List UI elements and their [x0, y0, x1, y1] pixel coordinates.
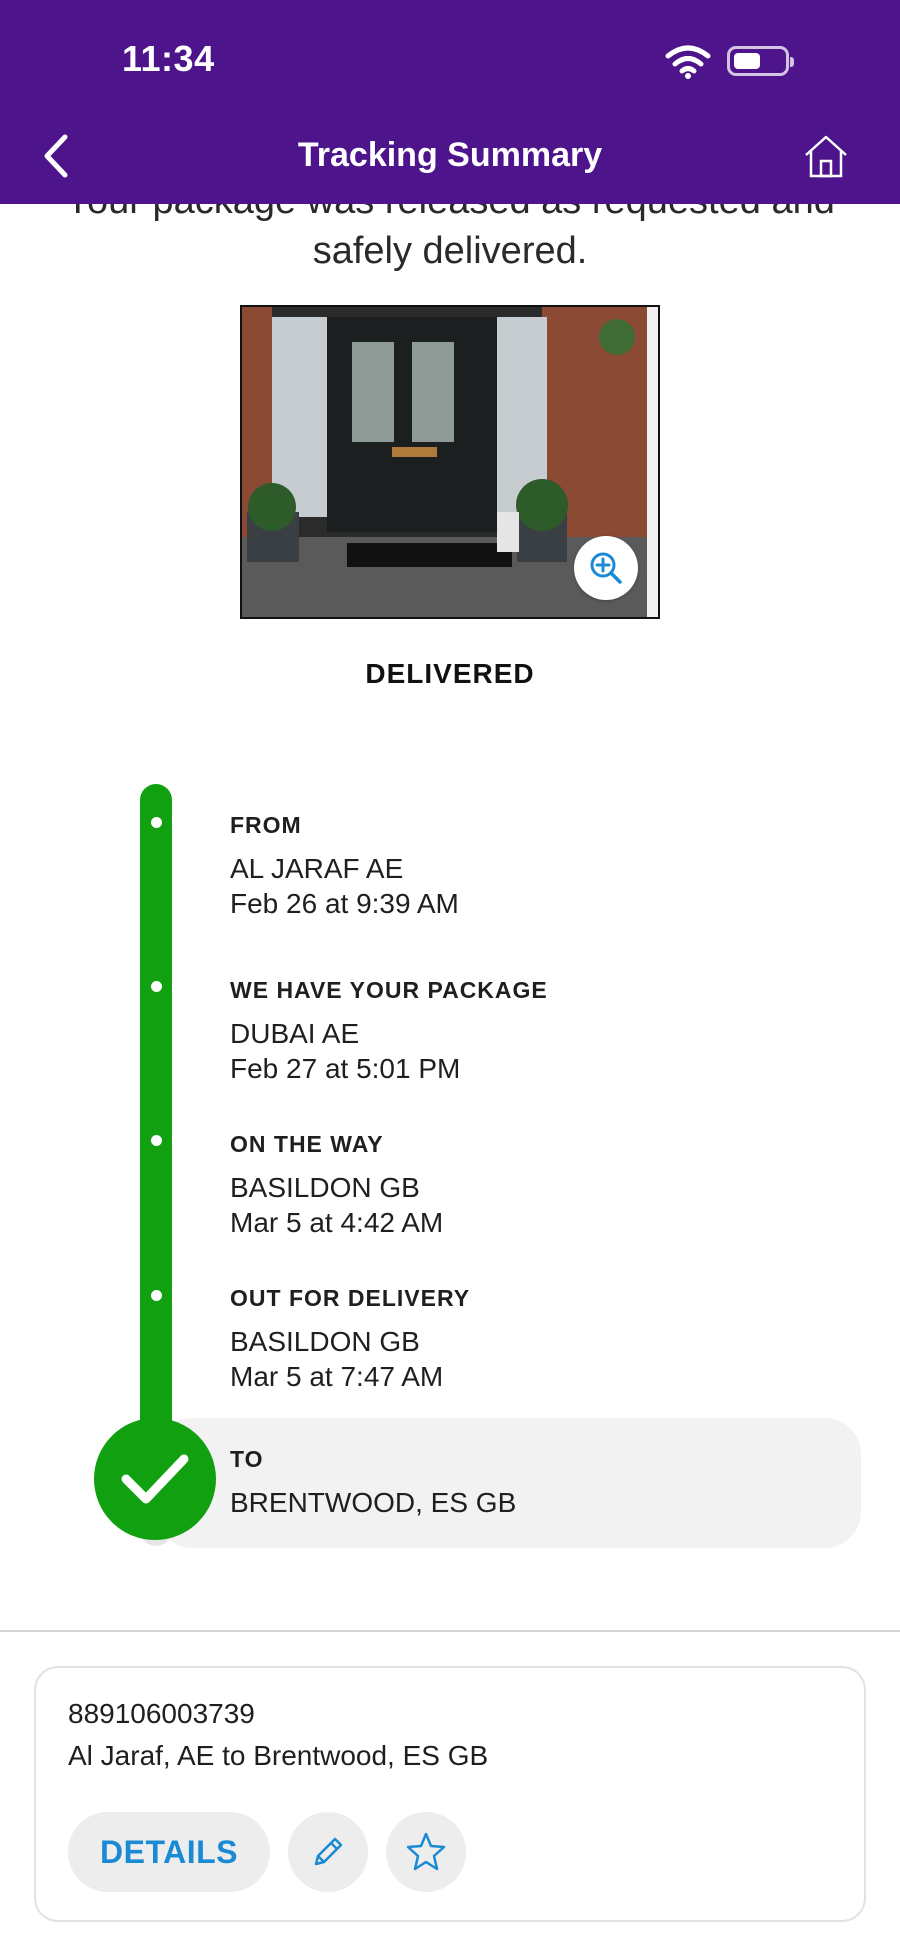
- timeline-bar: [140, 784, 172, 1444]
- event-label: ON THE WAY: [230, 1131, 384, 1157]
- event-time: Feb 27 at 5:01 PM: [230, 1053, 461, 1084]
- timeline-event-picked-up: WE HAVE YOUR PACKAGE DUBAI AE Feb 27 at …: [230, 977, 548, 1086]
- shipment-route: Al Jaraf, AE to Brentwood, ES GB: [68, 1740, 489, 1771]
- tracking-number: 889106003739: [68, 1698, 255, 1729]
- event-label: TO: [230, 1446, 264, 1472]
- delivered-check: [94, 1418, 216, 1540]
- event-location: AL JARAF AE: [230, 853, 404, 884]
- favorite-button[interactable]: [386, 1812, 466, 1892]
- event-label: FROM: [230, 812, 302, 838]
- edit-button[interactable]: [288, 1812, 368, 1892]
- home-button[interactable]: [800, 130, 852, 182]
- event-location: BRENTWOOD, ES GB: [230, 1487, 517, 1518]
- checkmark-icon: [121, 1454, 189, 1504]
- delivery-message-line2: safely delivered.: [312, 230, 588, 272]
- timeline-dot: [151, 981, 162, 992]
- battery-icon: [727, 46, 794, 76]
- page-title: Tracking Summary: [297, 136, 603, 174]
- zoom-photo-button[interactable]: [574, 536, 638, 600]
- timeline-dot: [151, 1135, 162, 1146]
- wifi-icon: [665, 45, 711, 79]
- event-time: Mar 5 at 4:42 AM: [230, 1207, 444, 1238]
- zoom-in-icon: [590, 552, 622, 584]
- timeline-dot: [151, 1290, 162, 1301]
- event-location: BASILDON GB: [230, 1172, 420, 1203]
- home-icon: [805, 135, 847, 178]
- timeline-event-on-the-way: ON THE WAY BASILDON GB Mar 5 at 4:42 AM: [230, 1131, 443, 1240]
- shipment-card: 889106003739 Al Jaraf, AE to Brentwood, …: [34, 1666, 866, 1922]
- battery-level: [734, 53, 760, 69]
- event-location: BASILDON GB: [230, 1326, 420, 1357]
- event-time: Feb 26 at 9:39 AM: [230, 888, 459, 919]
- status-bar-time: 11:34: [122, 38, 215, 79]
- timeline-event-to: TO BRENTWOOD, ES GB: [230, 1446, 516, 1520]
- event-time: Mar 5 at 7:47 AM: [230, 1361, 444, 1392]
- details-button[interactable]: DETAILS: [68, 1812, 270, 1892]
- shipment-status: DELIVERED: [365, 658, 535, 689]
- event-label: OUT FOR DELIVERY: [230, 1285, 471, 1311]
- event-location: DUBAI AE: [230, 1018, 360, 1049]
- timeline-event-from: FROM AL JARAF AE Feb 26 at 9:39 AM: [230, 812, 459, 921]
- timeline-event-out-for-delivery: OUT FOR DELIVERY BASILDON GB Mar 5 at 7:…: [230, 1285, 470, 1394]
- app-header: 11:34 Tracking Summary: [0, 0, 900, 204]
- timeline-dot: [151, 817, 162, 828]
- event-label: WE HAVE YOUR PACKAGE: [230, 977, 548, 1003]
- section-divider: [0, 1630, 900, 1632]
- pencil-icon: [314, 1837, 343, 1866]
- star-icon: [406, 1832, 446, 1871]
